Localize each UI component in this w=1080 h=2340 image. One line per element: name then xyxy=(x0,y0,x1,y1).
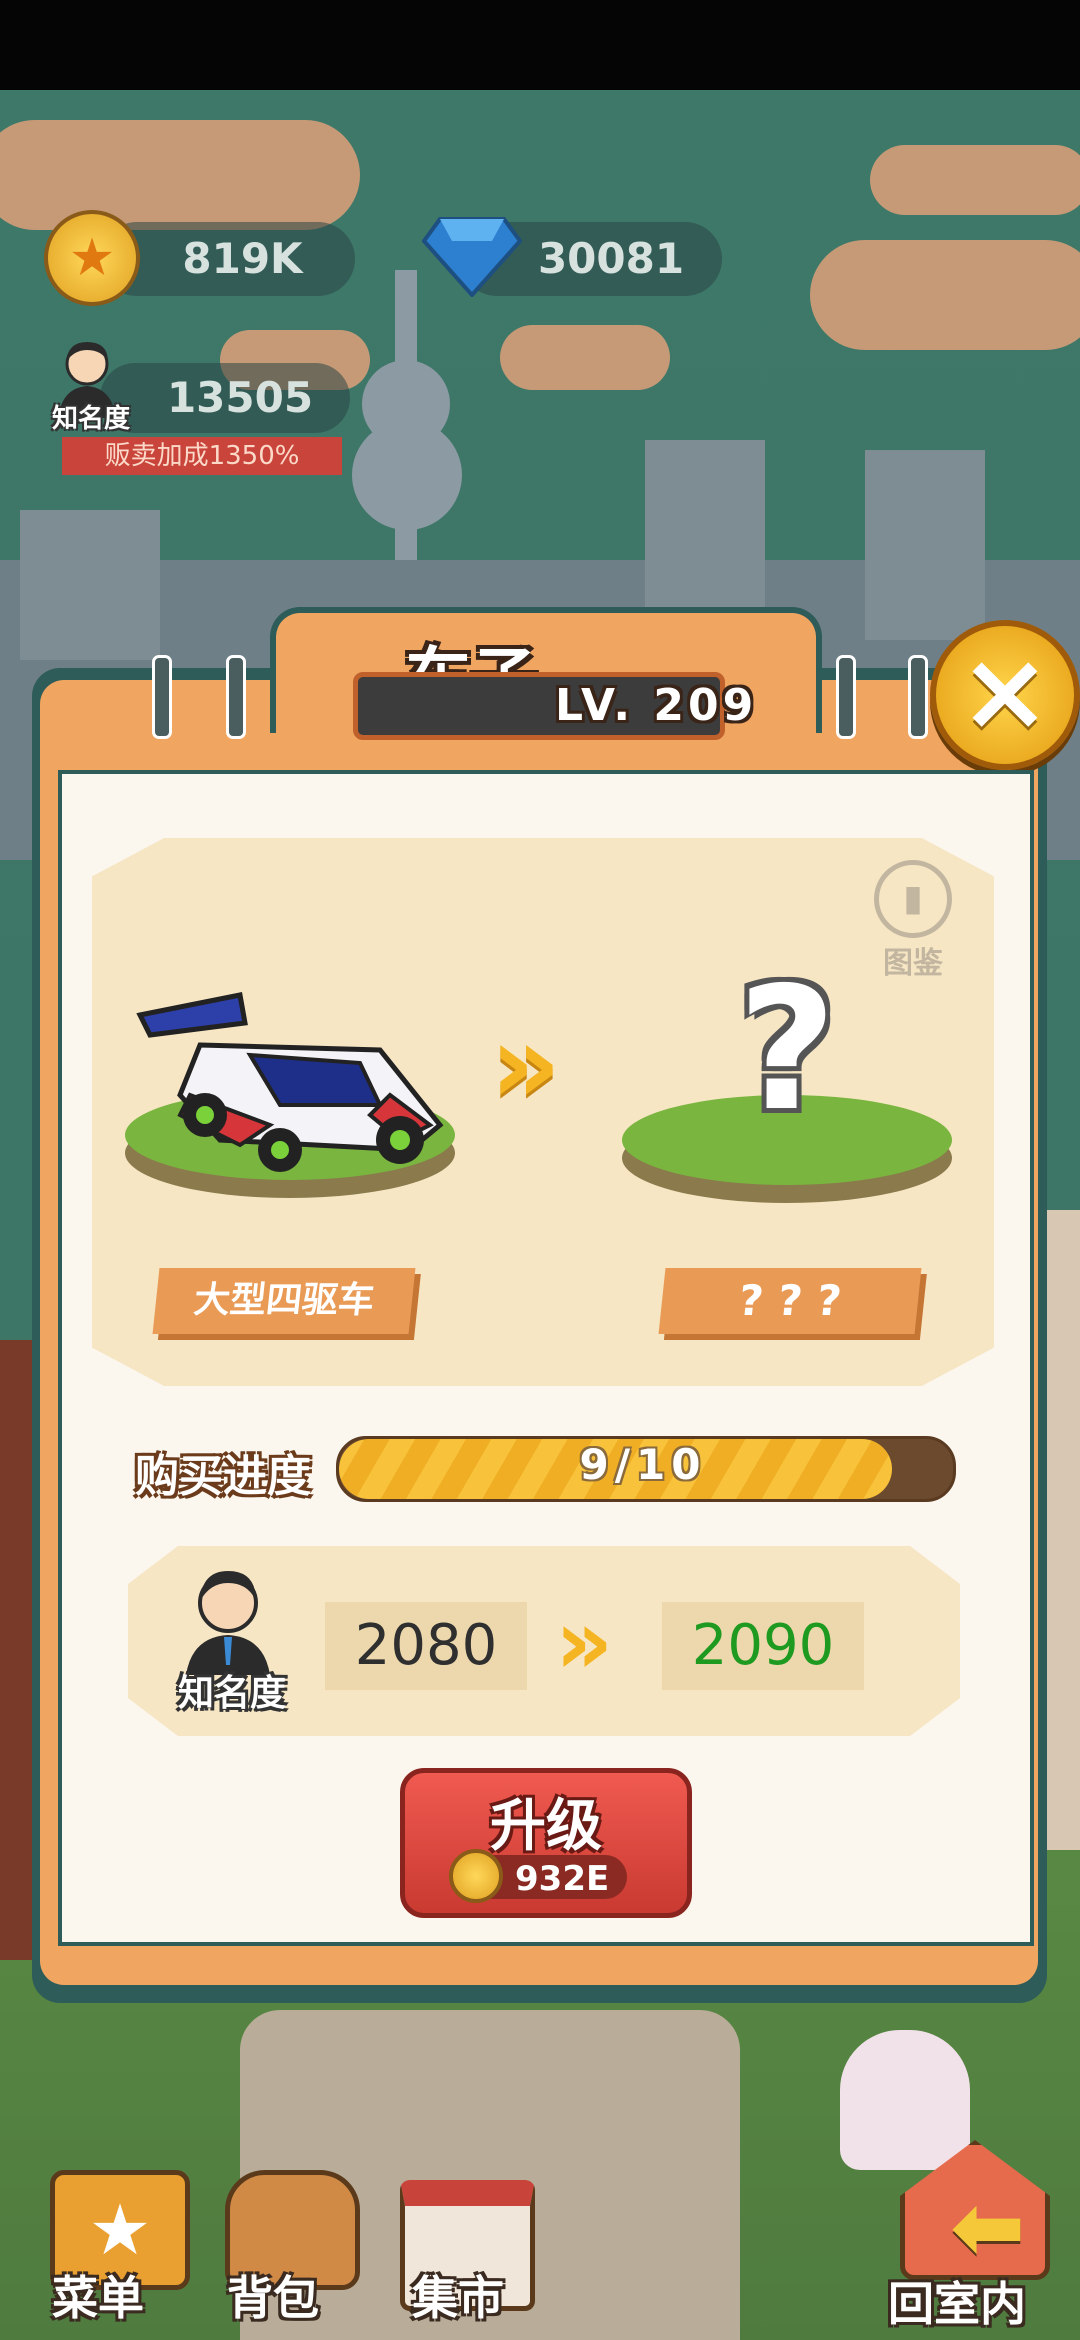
coin-icon: ★ xyxy=(44,210,140,306)
nav-go-home-button[interactable]: ⬅ 回室内 xyxy=(880,2140,1070,2331)
close-icon: × xyxy=(958,627,1052,755)
next-arrow-icon: » xyxy=(490,1000,561,1128)
diamond-icon xyxy=(422,217,522,297)
nav-backpack-button[interactable]: 背包 xyxy=(215,2170,365,2325)
purchase-progress-label: 购买进度 xyxy=(135,1451,311,1502)
sell-bonus-banner: 贩卖加成1350% xyxy=(62,437,342,475)
status-bar xyxy=(0,0,1080,90)
collection-button[interactable]: ▮ 图鉴 xyxy=(872,860,954,981)
fame-hud-label: 知名度 xyxy=(52,404,131,434)
gem-amount: 30081 xyxy=(537,234,685,283)
fame-current-box: 2080 xyxy=(325,1602,527,1690)
fame-next-box: 2090 xyxy=(662,1602,864,1690)
sell-bonus-text: 贩卖加成1350% xyxy=(104,441,300,471)
next-item-name: ? ? ? xyxy=(658,1268,922,1334)
close-button[interactable]: × xyxy=(930,620,1080,770)
coin-icon xyxy=(449,1849,503,1903)
binder-ring xyxy=(226,655,246,739)
unknown-item-icon: ? xyxy=(737,951,837,1149)
fame-label: 知名度 xyxy=(178,1673,287,1714)
progress-text: 9/10 xyxy=(579,1440,707,1489)
fame-current-value: 2080 xyxy=(354,1613,498,1678)
upgrade-cost: 932E xyxy=(515,1859,610,1899)
binder-ring xyxy=(836,655,856,739)
fame-arrow-icon: » xyxy=(555,1590,613,1695)
upgrade-cost-pill: 932E xyxy=(449,1849,627,1903)
manager-avatar-icon xyxy=(186,1571,270,1675)
level-text: LV. 209 xyxy=(555,680,758,731)
nav-menu-button[interactable]: ★ 菜单 xyxy=(40,2170,190,2325)
binder-ring xyxy=(152,655,172,739)
race-car-icon xyxy=(136,992,444,1172)
nav-go-home-label: 回室内 xyxy=(888,2277,1026,2331)
binder-ring xyxy=(908,655,928,739)
book-icon: ▮ xyxy=(874,860,952,938)
nav-backpack-label: 背包 xyxy=(227,2271,319,2325)
arrow-left-icon: ⬅ xyxy=(950,2175,1026,2280)
upgrade-button[interactable]: 升级 932E xyxy=(400,1768,692,1918)
current-item-name: 大型四驱车 xyxy=(152,1268,416,1334)
fame-amount: 13505 xyxy=(166,373,314,422)
nav-market-button[interactable]: 集市 xyxy=(390,2170,540,2325)
coin-amount: 819K xyxy=(182,234,303,283)
nav-market-label: 集市 xyxy=(412,2271,504,2325)
collection-label: 图鉴 xyxy=(883,946,943,981)
nav-menu-label: 菜单 xyxy=(52,2271,144,2325)
fame-next-value: 2090 xyxy=(691,1613,835,1678)
upgrade-label: 升级 xyxy=(490,1794,602,1859)
